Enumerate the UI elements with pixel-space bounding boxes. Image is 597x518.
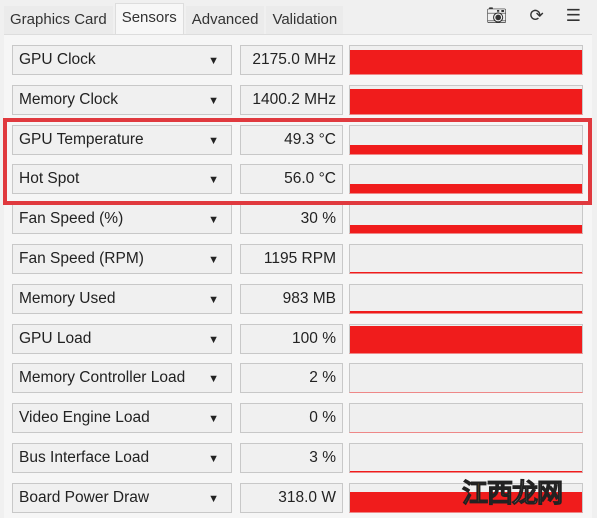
sensor-graph: [349, 363, 583, 394]
sensor-graph: [349, 84, 583, 115]
graph-fill: [350, 326, 582, 353]
sensor-name: GPU Load: [19, 329, 92, 347]
tab-bar: Graphics Card Sensors Advanced Validatio…: [4, 3, 345, 38]
sensor-select[interactable]: Memory Used ▼: [12, 283, 232, 315]
tab-sensors[interactable]: Sensors: [114, 3, 184, 38]
refresh-icon[interactable]: ⟳: [530, 6, 544, 26]
sensor-select[interactable]: Memory Controller Load ▼: [12, 363, 232, 394]
graph-fill: [350, 224, 582, 234]
sensor-row: Video Engine Load ▼ 0 %: [12, 403, 584, 434]
sensor-select[interactable]: GPU Clock ▼: [12, 45, 232, 75]
chevron-down-icon[interactable]: ▼: [208, 444, 219, 474]
chevron-down-icon[interactable]: ▼: [208, 364, 219, 394]
chevron-down-icon[interactable]: ▼: [208, 86, 219, 116]
sensor-value: 30 %: [240, 204, 343, 235]
sensor-select[interactable]: Fan Speed (%) ▼: [12, 204, 232, 235]
graph-fill: [350, 391, 582, 393]
sensor-value: 0 %: [240, 403, 343, 434]
camera-icon[interactable]: 📷︎: [486, 6, 508, 26]
sensor-name: Memory Clock: [19, 90, 119, 108]
sensor-name: GPU Clock: [19, 51, 96, 68]
sensor-row: Memory Controller Load ▼ 2 %: [12, 363, 584, 394]
highlight-box: [3, 118, 592, 205]
sensor-select[interactable]: Bus Interface Load ▼: [12, 443, 232, 473]
sensor-select[interactable]: Memory Clock ▼: [12, 84, 232, 116]
sensor-value: 100 %: [240, 323, 343, 354]
sensor-value: 1400.2 MHz: [240, 84, 343, 115]
sensor-select[interactable]: GPU Load ▼: [12, 323, 232, 355]
sensor-row: Memory Used ▼ 983 MB: [12, 283, 584, 315]
sensor-row: Memory Clock ▼ 1400.2 MHz: [12, 84, 584, 116]
menu-icon[interactable]: ☰: [566, 6, 581, 26]
sensor-name: Bus Interface Load: [19, 449, 150, 466]
chevron-down-icon[interactable]: ▼: [208, 325, 219, 355]
sensor-value: 1195 RPM: [240, 244, 343, 274]
chevron-down-icon[interactable]: ▼: [208, 285, 219, 315]
chevron-down-icon[interactable]: ▼: [208, 245, 219, 275]
sensor-graph: [349, 323, 583, 354]
tab-graphics-card[interactable]: Graphics Card: [4, 6, 113, 34]
watermark: 江西龙网: [461, 478, 563, 509]
graph-fill: [350, 50, 582, 74]
sensor-name: Board Power Draw: [19, 488, 150, 506]
sensor-value: 2175.0 MHz: [240, 45, 343, 75]
graph-fill: [350, 89, 582, 114]
chevron-down-icon[interactable]: ▼: [208, 205, 219, 235]
graph-fill: [350, 311, 582, 313]
sensor-select[interactable]: Board Power Draw ▼: [12, 482, 232, 514]
chevron-down-icon[interactable]: ▼: [208, 484, 219, 514]
sensor-graph: [349, 283, 583, 314]
tab-advanced[interactable]: Advanced: [185, 6, 265, 34]
sensor-row: Bus Interface Load ▼ 3 %: [12, 443, 584, 473]
sensor-value: 983 MB: [240, 283, 343, 314]
sensor-graph: [349, 443, 583, 473]
sensor-name: Video Engine Load: [19, 409, 150, 427]
sensor-graph: [349, 204, 583, 235]
sensor-graph: [349, 244, 583, 274]
graph-fill: [350, 272, 582, 273]
sensor-value: 2 %: [240, 363, 343, 394]
chevron-down-icon[interactable]: ▼: [208, 46, 219, 76]
graph-fill: [350, 471, 582, 472]
sensor-select[interactable]: Fan Speed (RPM) ▼: [12, 244, 232, 274]
sensor-row: Fan Speed (RPM) ▼ 1195 RPM: [12, 244, 584, 274]
sensor-graph: [349, 403, 583, 434]
tab-validation[interactable]: Validation: [266, 6, 344, 34]
sensor-value: 3 %: [240, 443, 343, 473]
sensor-name: Memory Used: [19, 289, 116, 307]
sensor-row: Fan Speed (%) ▼ 30 %: [12, 204, 584, 235]
sensor-select[interactable]: Video Engine Load ▼: [12, 403, 232, 434]
sensor-name: Fan Speed (%): [19, 210, 124, 228]
sensor-graph: [349, 45, 583, 75]
sensor-row: GPU Load ▼ 100 %: [12, 323, 584, 355]
chevron-down-icon[interactable]: ▼: [208, 404, 219, 434]
sensor-name: Memory Controller Load: [19, 369, 186, 387]
sensor-row: GPU Clock ▼ 2175.0 MHz: [12, 45, 584, 75]
sensor-name: Fan Speed (RPM): [19, 250, 144, 267]
sensor-value: 318.0 W: [240, 482, 343, 513]
